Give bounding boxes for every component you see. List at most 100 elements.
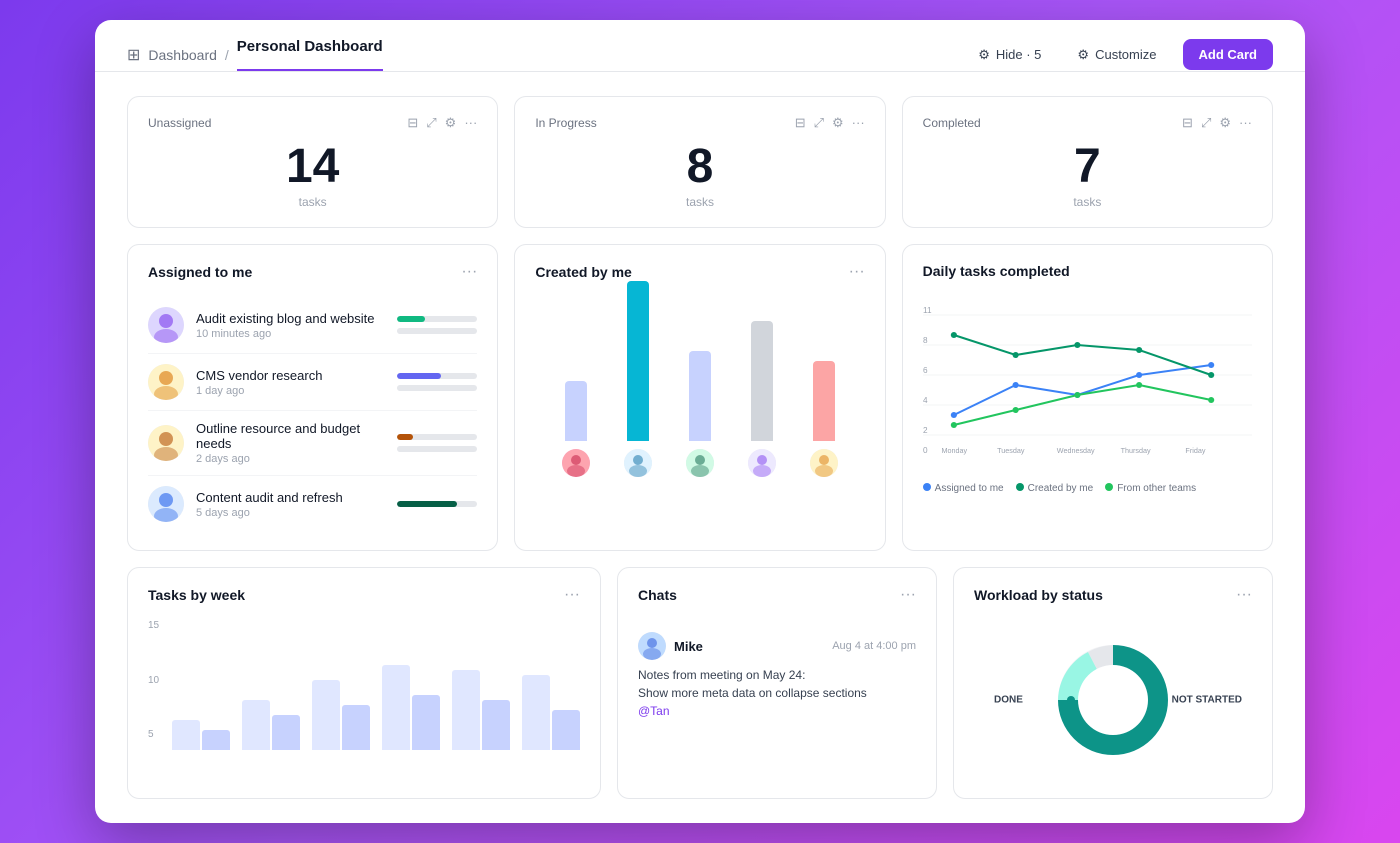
settings-icon-2[interactable]: ⚙ [832,115,844,131]
add-card-button[interactable]: Add Card [1183,39,1274,70]
stat-label-inprogress: In Progress [535,116,596,130]
daily-tasks-card: Daily tasks completed 11 8 6 4 [902,244,1273,551]
task-item[interactable]: Content audit and refresh 5 days ago [148,476,477,532]
settings-icon-3[interactable]: ⚙ [1219,115,1231,131]
daily-tasks-title: Daily tasks completed [923,263,1070,279]
settings-icon[interactable]: ⚙ [445,115,457,131]
chat-content: Notes from meeting on May 24: Show more … [638,666,916,720]
assigned-more-button[interactable]: ··· [461,263,477,281]
stat-label-completed: Completed [923,116,981,130]
task-time-4: 5 days ago [196,507,385,519]
task-time-1: 10 minutes ago [196,328,385,340]
stat-sub-inprogress: tasks [535,195,864,209]
bottom-row: Tasks by week ··· 15 10 5 [127,567,1273,799]
assigned-to-me-title: Assigned to me [148,264,252,280]
task-list: Audit existing blog and website 10 minut… [148,297,477,532]
avatar-2 [148,364,184,400]
filter-icon[interactable]: ⊟ [407,115,418,131]
content: Unassigned ⊟ ⤢ ⚙ ··· 14 tasks In Progres… [95,72,1305,823]
customize-icon: ⚙ [1077,47,1089,63]
chat-item: Mike Aug 4 at 4:00 pm Notes from meeting… [638,620,916,732]
chat-avatar [638,632,666,660]
more-icon-2[interactable]: ··· [852,115,865,131]
line-chart: 11 8 6 4 2 0 [923,295,1252,475]
expand-icon-2[interactable]: ⤢ [814,115,824,131]
task-item[interactable]: Audit existing blog and website 10 minut… [148,297,477,354]
hide-button[interactable]: ⚙ Hide · 5 [968,41,1051,69]
task-time-2: 1 day ago [196,385,385,397]
chat-mention[interactable]: @Tan [638,702,916,720]
customize-button[interactable]: ⚙ Customize [1067,41,1166,69]
task-name-4: Content audit and refresh [196,490,385,505]
dashboard-icon: ⊞ [127,45,140,65]
chart-legend: Assigned to me Created by me From other … [923,483,1252,494]
breadcrumb-parent[interactable]: Dashboard [148,47,217,63]
svg-text:0: 0 [923,446,928,455]
chats-card: Chats ··· Mike Aug 4 at 4:00 pm Notes fr… [617,567,937,799]
stat-actions-3: ⊟ ⤢ ⚙ ··· [1182,115,1252,131]
main-row: Assigned to me ··· Audit existing blog a… [127,244,1273,551]
tasks-by-week-card: Tasks by week ··· 15 10 5 [127,567,601,799]
filter-icon-3[interactable]: ⊟ [1182,115,1193,131]
chats-more-button[interactable]: ··· [900,586,916,604]
tasks-by-week-title: Tasks by week [148,587,245,603]
chat-sender-name: Mike [674,639,703,654]
stat-sub-unassigned: tasks [148,195,477,209]
y-label-15: 15 [148,620,159,631]
header: ⊞ Dashboard / Personal Dashboard ⚙ Hide … [95,20,1305,72]
stat-actions: ⊟ ⤢ ⚙ ··· [407,115,477,131]
svg-text:4: 4 [923,396,928,405]
stats-row: Unassigned ⊟ ⤢ ⚙ ··· 14 tasks In Progres… [127,96,1273,228]
svg-text:6: 6 [923,366,928,375]
svg-text:Monday: Monday [941,447,967,455]
more-icon-3[interactable]: ··· [1239,115,1252,131]
workload-card: Workload by status ··· DONE [953,567,1273,799]
breadcrumb: ⊞ Dashboard / Personal Dashboard [127,38,383,71]
avatar-3 [148,425,184,461]
created-by-me-chart [535,297,864,477]
stat-card-completed: Completed ⊟ ⤢ ⚙ ··· 7 tasks [902,96,1273,228]
svg-text:Friday: Friday [1185,447,1205,455]
svg-text:2: 2 [923,426,928,435]
expand-icon-3[interactable]: ⤢ [1201,115,1211,131]
y-label-10: 10 [148,675,159,686]
task-name-3: Outline resource and budget needs [196,421,385,451]
filter-icon-2[interactable]: ⊟ [795,115,806,131]
stat-number-unassigned: 14 [148,143,477,191]
stat-label-unassigned: Unassigned [148,116,211,130]
pie-label-done: DONE [994,695,1023,706]
y-label-5: 5 [148,729,159,740]
stat-card-unassigned: Unassigned ⊟ ⤢ ⚙ ··· 14 tasks [127,96,498,228]
svg-text:8: 8 [923,336,928,345]
svg-text:11: 11 [923,306,932,315]
breadcrumb-current: Personal Dashboard [237,38,383,71]
stat-actions-2: ⊟ ⤢ ⚙ ··· [795,115,865,131]
task-item[interactable]: Outline resource and budget needs 2 days… [148,411,477,476]
app-container: ⊞ Dashboard / Personal Dashboard ⚙ Hide … [95,20,1305,823]
chat-time: Aug 4 at 4:00 pm [832,640,916,652]
task-time-3: 2 days ago [196,453,385,465]
created-more-button[interactable]: ··· [849,263,865,281]
task-name-1: Audit existing blog and website [196,311,385,326]
breadcrumb-sep: / [225,47,229,63]
more-icon[interactable]: ··· [464,115,477,131]
workload-title: Workload by status [974,587,1103,603]
task-name-2: CMS vendor research [196,368,385,383]
stat-card-inprogress: In Progress ⊟ ⤢ ⚙ ··· 8 tasks [514,96,885,228]
assigned-to-me-card: Assigned to me ··· Audit existing blog a… [127,244,498,551]
workload-more-button[interactable]: ··· [1236,586,1252,604]
svg-text:Thursday: Thursday [1120,447,1150,455]
header-actions: ⚙ Hide · 5 ⚙ Customize Add Card [968,39,1273,70]
task-item[interactable]: CMS vendor research 1 day ago [148,354,477,411]
chats-title: Chats [638,587,677,603]
pie-chart: DONE NOT STA [974,620,1252,780]
stat-number-completed: 7 [923,143,1252,191]
avatar-4 [148,486,184,522]
created-by-me-card: Created by me ··· [514,244,885,551]
expand-icon[interactable]: ⤢ [426,115,436,131]
svg-text:Wednesday: Wednesday [1056,447,1094,455]
stat-sub-completed: tasks [923,195,1252,209]
tasks-week-more-button[interactable]: ··· [564,586,580,604]
avatar-1 [148,307,184,343]
pie-label-not-started: NOT STARTED [1172,695,1242,706]
